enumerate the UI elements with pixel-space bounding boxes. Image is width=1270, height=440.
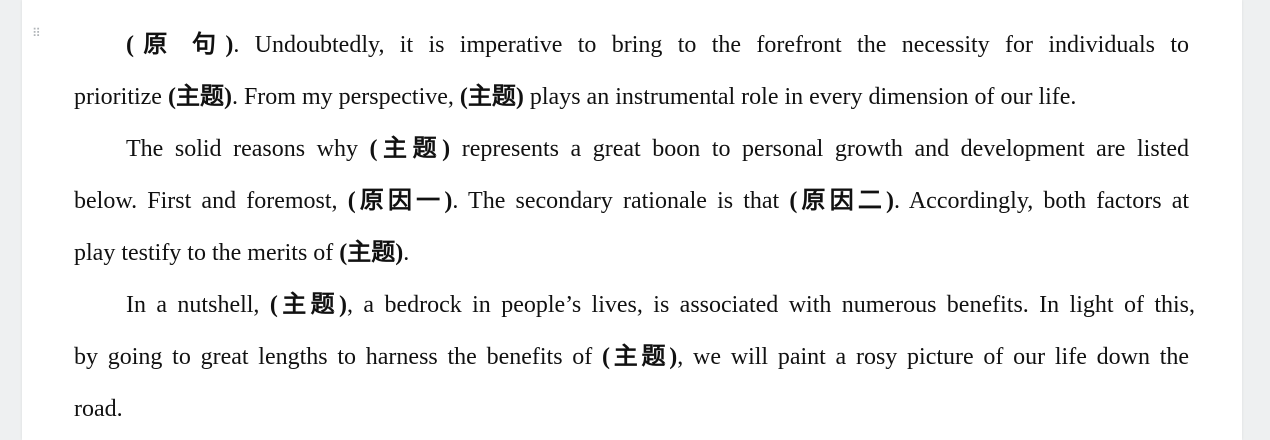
placeholder-text: (主题) xyxy=(602,344,678,370)
text-segment: . Undoubtedly, it is imperative to bring… xyxy=(233,32,1190,58)
text-segment: , we will paint a rosy picture of our li… xyxy=(677,344,1190,370)
text-segment: . The secondary rationale is that xyxy=(452,188,790,214)
text-segment: by going to great lengths to harness the… xyxy=(74,344,603,370)
paragraph-2-line: below. First and foremost, (原因一). The se… xyxy=(74,186,1189,216)
text-segment: . From my perspective, xyxy=(231,84,460,110)
placeholder-text: (主题) xyxy=(369,136,451,162)
text-segment: below. First and foremost, xyxy=(74,188,348,214)
placeholder-text: (原 句) xyxy=(126,32,234,58)
paragraph-3-line: In a nutshell, (主题), a bedrock in people… xyxy=(126,290,1195,320)
placeholder-text: (主题) xyxy=(459,84,524,110)
placeholder-text: (主题) xyxy=(269,292,347,318)
paragraph-2-line: The solid reasons why (主题) represents a … xyxy=(126,134,1189,164)
text-segment: The solid reasons why xyxy=(126,136,370,162)
text-segment: In a nutshell, xyxy=(126,292,270,318)
paragraph-1-line: prioritize (主题). From my perspective, (主… xyxy=(74,82,1189,112)
placeholder-text: (原因一) xyxy=(347,188,453,214)
text-segment: plays an instrumental role in every dime… xyxy=(523,84,1077,110)
paragraph-1-line: (原 句). Undoubtedly, it is imperative to … xyxy=(126,30,1189,60)
paragraph-3-line: by going to great lengths to harness the… xyxy=(74,342,1189,372)
text-segment: . Accordingly, both factors at xyxy=(894,188,1190,214)
placeholder-text: (原因二) xyxy=(789,188,895,214)
text-segment: represents a great boon to personal grow… xyxy=(450,136,1190,162)
text-segment: , a bedrock in people’s lives, is associ… xyxy=(347,292,1196,318)
drag-handle-icon[interactable]: ⠿ xyxy=(32,27,42,39)
paragraph-3-line: road. xyxy=(74,394,1189,424)
text-segment: play testify to the merits of xyxy=(74,240,340,266)
text-segment: road. xyxy=(74,396,123,422)
placeholder-text: (主题) xyxy=(167,84,232,110)
paragraph-2-line: play testify to the merits of (主题). xyxy=(74,238,1189,268)
text-segment: . xyxy=(403,240,410,266)
document-page: ⠿ (原 句). Undoubtedly, it is imperative t… xyxy=(22,0,1242,440)
placeholder-text: (主题) xyxy=(339,240,404,266)
text-segment: prioritize xyxy=(74,84,168,110)
